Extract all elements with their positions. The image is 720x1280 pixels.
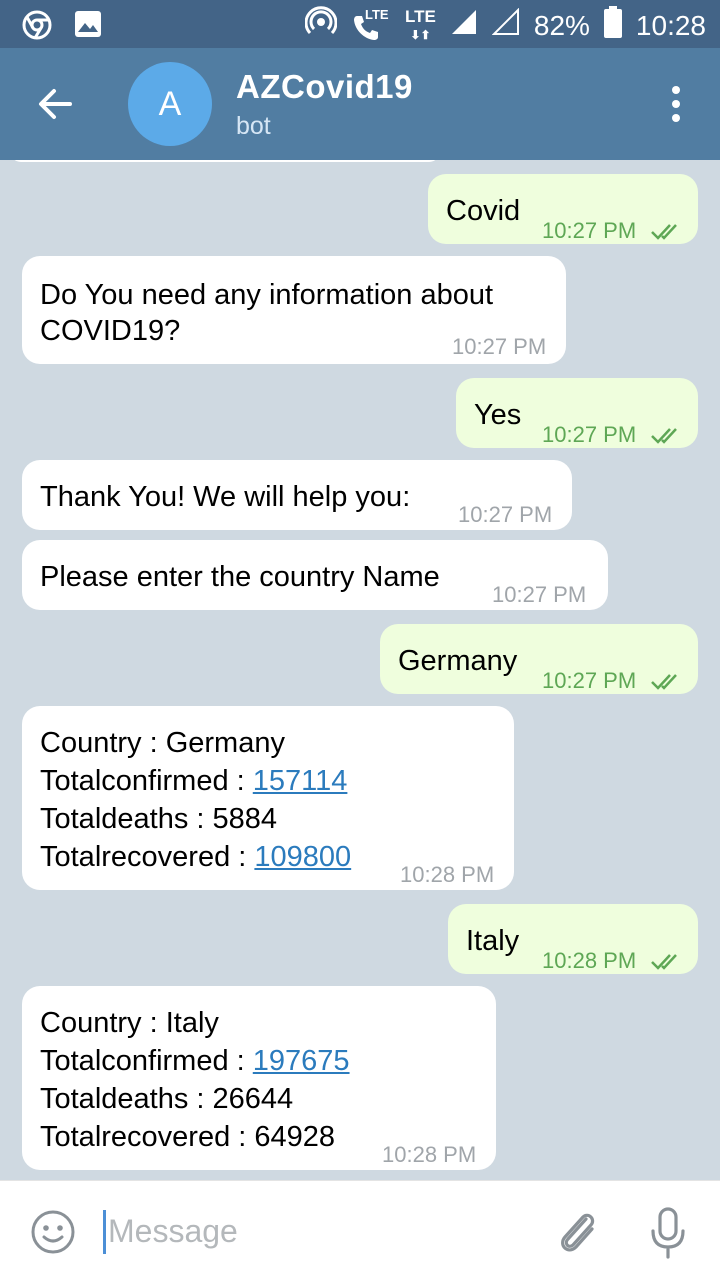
- message-incoming[interactable]: Thank You! We will help you: 10:27 PM: [22, 460, 572, 530]
- status-bar: LTE LTE ⬇⬆ 82% 10:28: [0, 0, 720, 48]
- message-outgoing[interactable]: Covid 10:27 PM: [428, 174, 698, 244]
- message-incoming[interactable]: Please enter the country Name 10:27 PM: [22, 540, 608, 610]
- message-time: 10:28 PM: [382, 1142, 477, 1167]
- attach-icon[interactable]: [556, 1207, 600, 1257]
- message-input[interactable]: Message: [108, 1213, 238, 1250]
- message-time: 10:27 PM: [542, 422, 637, 447]
- confirmed-link[interactable]: 197675: [253, 1045, 350, 1077]
- message-text-line-1: Do You need any information about: [40, 279, 494, 311]
- double-check-icon: [650, 944, 684, 982]
- back-arrow-icon[interactable]: [36, 84, 76, 124]
- more-vert-icon[interactable]: [670, 84, 682, 124]
- message-time: 10:27 PM: [542, 668, 637, 693]
- message-list[interactable]: Covid 10:27 PM Do You need any informati…: [0, 160, 720, 1180]
- lte-call-icon: LTE: [351, 6, 391, 43]
- lte-label-2: LTE: [405, 6, 436, 26]
- lte-label: LTE: [365, 6, 389, 22]
- message-time: 10:27 PM: [492, 582, 587, 607]
- avatar[interactable]: A: [128, 62, 212, 146]
- recovered-value: 64928: [254, 1121, 336, 1153]
- deaths-label: Totaldeaths :: [40, 803, 213, 835]
- country-label: Country :: [40, 727, 166, 759]
- country-value: Germany: [165, 727, 285, 759]
- microphone-icon[interactable]: [648, 1207, 688, 1259]
- message-text: Germany: [398, 645, 518, 677]
- message-incoming-stats[interactable]: Country : Italy Totalconfirmed : 197675 …: [22, 986, 496, 1170]
- message-text-line-2: COVID19?: [40, 315, 181, 347]
- stats-country-row: Country : Italy: [40, 1004, 219, 1042]
- stats-deaths-row: Totaldeaths : 5884: [40, 800, 277, 838]
- partial-message: [10, 160, 440, 162]
- battery-percent: 82%: [533, 9, 590, 41]
- deaths-value: 26644: [212, 1083, 294, 1115]
- message-text: Please enter the country Name: [40, 561, 440, 593]
- message-text: Thank You! We will help you:: [40, 481, 411, 513]
- confirmed-label: Totalconfirmed :: [40, 1045, 253, 1077]
- chat-title[interactable]: AZCovid19: [236, 68, 413, 106]
- message-composer: Message: [0, 1180, 720, 1280]
- message-time: 10:27 PM: [458, 502, 553, 527]
- message-text: Italy: [466, 925, 520, 957]
- country-label: Country :: [40, 1007, 166, 1039]
- message-outgoing[interactable]: Italy 10:28 PM: [448, 904, 698, 974]
- stats-recovered-row: Totalrecovered : 64928: [40, 1118, 335, 1156]
- message-time: 10:28 PM: [542, 948, 637, 973]
- lte-data-label: LTE ⬇⬆: [405, 6, 436, 42]
- message-text: Yes: [474, 399, 522, 431]
- recovered-link[interactable]: 109800: [254, 841, 351, 873]
- stats-deaths-row: Totaldeaths : 26644: [40, 1080, 293, 1118]
- message-time: 10:27 PM: [542, 218, 637, 243]
- stats-confirmed-row: Totalconfirmed : 157114: [40, 762, 347, 800]
- clock: 10:28: [635, 9, 706, 41]
- hotspot-icon: [304, 6, 338, 45]
- confirmed-link[interactable]: 157114: [253, 765, 348, 797]
- gallery-icon: [74, 10, 102, 45]
- stats-confirmed-row: Totalconfirmed : 197675: [40, 1042, 350, 1080]
- deaths-label: Totaldeaths :: [40, 1083, 213, 1115]
- signal-empty-icon: [491, 7, 520, 43]
- double-check-icon: [650, 664, 684, 702]
- message-text: Covid: [446, 195, 521, 227]
- confirmed-label: Totalconfirmed :: [40, 765, 253, 797]
- double-check-icon: [650, 418, 684, 456]
- emoji-icon[interactable]: [30, 1209, 76, 1255]
- message-outgoing[interactable]: Yes 10:27 PM: [456, 378, 698, 448]
- double-check-icon: [650, 214, 684, 252]
- avatar-letter: A: [158, 84, 182, 123]
- message-incoming-stats[interactable]: Country : Germany Totalconfirmed : 15711…: [22, 706, 514, 890]
- text-caret: [103, 1210, 106, 1254]
- stats-recovered-row: Totalrecovered : 109800: [40, 838, 351, 876]
- battery-icon: [603, 6, 622, 45]
- message-outgoing[interactable]: Germany 10:27 PM: [380, 624, 698, 694]
- signal-icon: [450, 8, 478, 43]
- chrome-icon: [22, 10, 52, 45]
- message-incoming[interactable]: Do You need any information about COVID1…: [22, 256, 566, 364]
- chat-header: A AZCovid19 bot: [0, 48, 720, 160]
- deaths-value: 5884: [212, 803, 278, 835]
- recovered-label: Totalrecovered :: [40, 841, 255, 873]
- stats-country-row: Country : Germany: [40, 724, 285, 762]
- country-value: Italy: [165, 1007, 219, 1039]
- chat-subtitle: bot: [236, 112, 271, 140]
- recovered-label: Totalrecovered :: [40, 1121, 255, 1153]
- message-time: 10:28 PM: [400, 862, 495, 887]
- message-time: 10:27 PM: [452, 334, 547, 359]
